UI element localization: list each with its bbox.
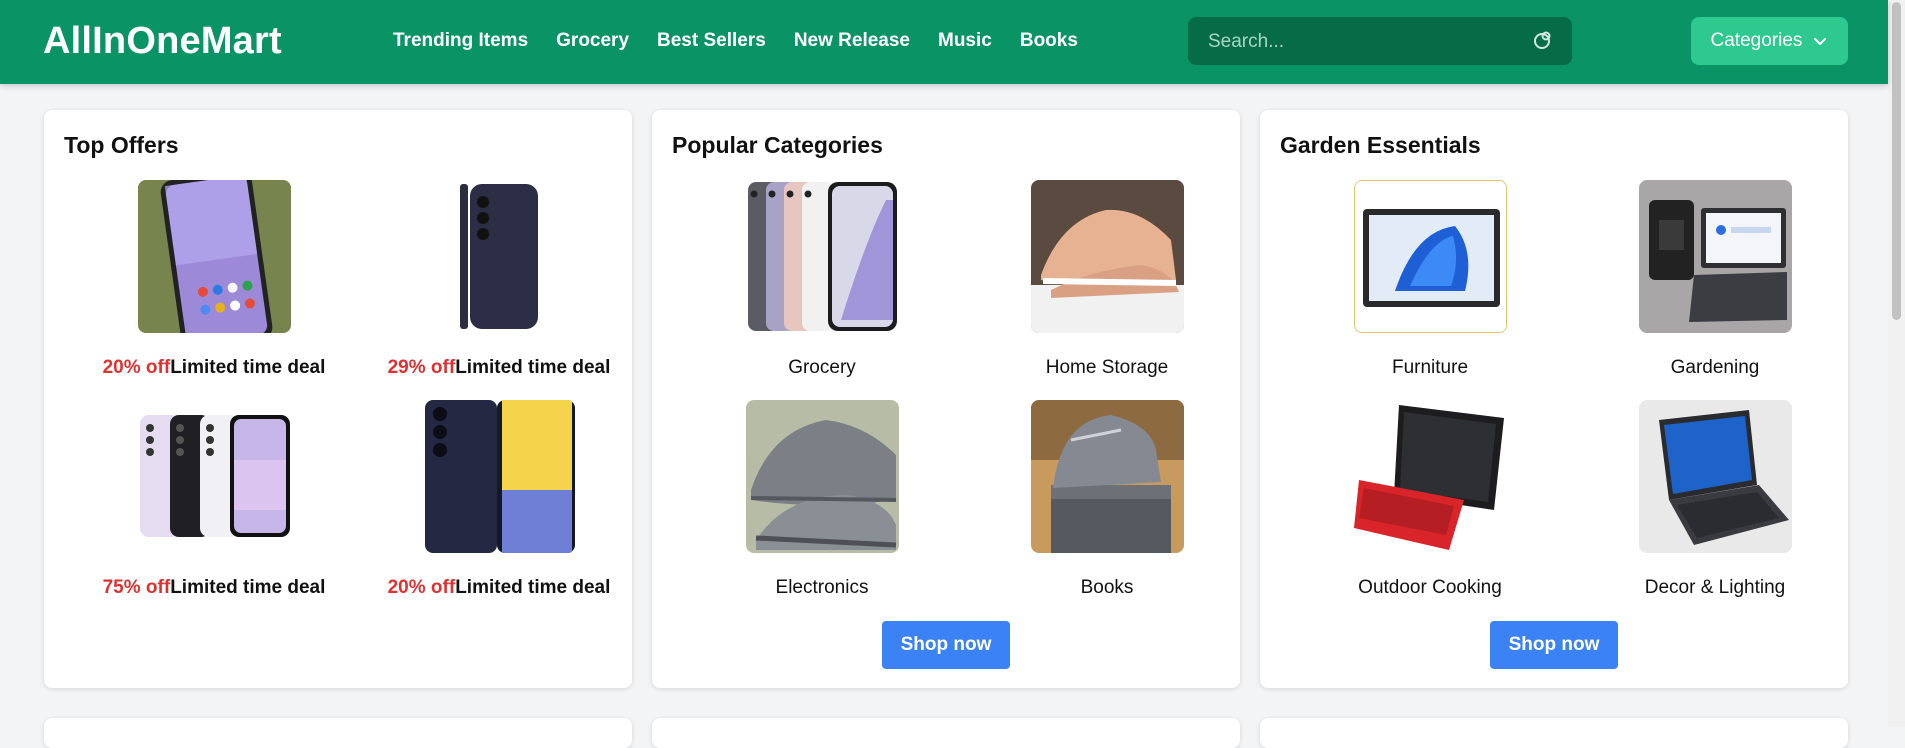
card-title: Popular Categories	[672, 132, 883, 158]
pink-sneakers-image[interactable]	[1030, 180, 1184, 333]
category-label: Furniture	[1391, 357, 1469, 378]
sneaker-box-image[interactable]	[1030, 400, 1184, 553]
offer-item[interactable]: 29% offLimited time deal	[369, 180, 629, 379]
category-label: Books	[1080, 577, 1134, 598]
category-item[interactable]: Decor & Lighting	[1585, 400, 1845, 599]
discount-label: 29% off	[387, 357, 456, 378]
phone-colors-image[interactable]	[745, 180, 899, 333]
categories-button-label: Categories	[1710, 30, 1803, 51]
categories-dropdown-button[interactable]: Categories	[1691, 17, 1848, 65]
card-title: Garden Essentials	[1280, 132, 1481, 158]
offer-caption: 20% offLimited time deal	[84, 357, 344, 379]
deal-label: Limited time deal	[170, 357, 326, 378]
laptop-bag-image[interactable]	[1638, 180, 1792, 333]
offer-item[interactable]: 20% offLimited time deal	[84, 180, 344, 379]
popular-categories-card: Popular Categories Grocery Home Storage …	[652, 110, 1240, 688]
search-input[interactable]	[1206, 17, 1530, 67]
top-offers-card: Top Offers 20% offLimited time deal 29% …	[44, 110, 632, 688]
top-navbar: AllInOneMart Trending Items Grocery Best…	[0, 0, 1888, 84]
phones-lineup-image[interactable]	[137, 400, 291, 553]
category-item[interactable]: Books	[977, 400, 1237, 599]
garden-essentials-card: Garden Essentials Furniture Gardening Ou…	[1260, 110, 1848, 688]
offer-item[interactable]: 20% offLimited time deal	[369, 400, 629, 599]
category-label: Gardening	[1670, 357, 1760, 378]
next-row-card	[1260, 718, 1848, 748]
discount-label: 20% off	[387, 577, 456, 598]
nav-best-sellers[interactable]: Best Sellers	[657, 30, 766, 52]
galaxy-a15-image[interactable]	[422, 400, 576, 553]
brand-logo[interactable]: AllInOneMart	[43, 20, 282, 63]
deal-label: Limited time deal	[455, 357, 611, 378]
category-item[interactable]: Electronics	[692, 400, 952, 599]
discount-label: 20% off	[102, 357, 171, 378]
search-icon[interactable]	[1532, 29, 1554, 51]
nav-grocery[interactable]: Grocery	[556, 30, 629, 52]
chevron-down-icon	[1814, 38, 1827, 45]
grey-sneakers-image[interactable]	[745, 400, 899, 553]
red-keyboard-tablet-image[interactable]	[1353, 400, 1507, 553]
category-label: Grocery	[788, 357, 856, 378]
phone-side-image[interactable]	[422, 180, 576, 333]
category-item[interactable]: Outdoor Cooking	[1300, 400, 1560, 599]
shop-now-button[interactable]: Shop now	[1490, 621, 1618, 669]
category-label: Outdoor Cooking	[1358, 577, 1502, 598]
next-row-card	[652, 718, 1240, 748]
category-item[interactable]: Gardening	[1585, 180, 1845, 379]
card-title: Top Offers	[64, 132, 179, 158]
offer-caption: 75% offLimited time deal	[84, 577, 344, 599]
offer-caption: 20% offLimited time deal	[369, 577, 629, 599]
surface-tablet-image[interactable]	[1638, 400, 1792, 553]
shop-now-button[interactable]: Shop now	[882, 621, 1010, 669]
category-label: Decor & Lighting	[1644, 577, 1786, 598]
nav-music[interactable]: Music	[938, 30, 992, 52]
scrollbar-thumb[interactable]	[1892, 2, 1901, 320]
offer-item[interactable]: 75% offLimited time deal	[84, 400, 344, 599]
category-item[interactable]: Home Storage	[977, 180, 1237, 379]
offer-caption: 29% offLimited time deal	[369, 357, 629, 379]
main-nav: Trending Items Grocery Best Sellers New …	[393, 30, 1078, 52]
category-label: Home Storage	[1045, 357, 1169, 378]
phone-front-image[interactable]	[137, 180, 291, 333]
tablet-image[interactable]	[1353, 180, 1507, 333]
nav-trending-items[interactable]: Trending Items	[393, 30, 528, 52]
nav-books[interactable]: Books	[1020, 30, 1078, 52]
deal-label: Limited time deal	[455, 577, 611, 598]
category-label: Electronics	[775, 577, 869, 598]
search-bar	[1188, 17, 1572, 67]
nav-new-release[interactable]: New Release	[794, 30, 910, 52]
page-scrollbar[interactable]	[1888, 0, 1905, 727]
deal-label: Limited time deal	[170, 577, 326, 598]
next-row-card	[44, 718, 632, 748]
discount-label: 75% off	[102, 577, 171, 598]
category-item[interactable]: Furniture	[1300, 180, 1560, 379]
category-item[interactable]: Grocery	[692, 180, 952, 379]
